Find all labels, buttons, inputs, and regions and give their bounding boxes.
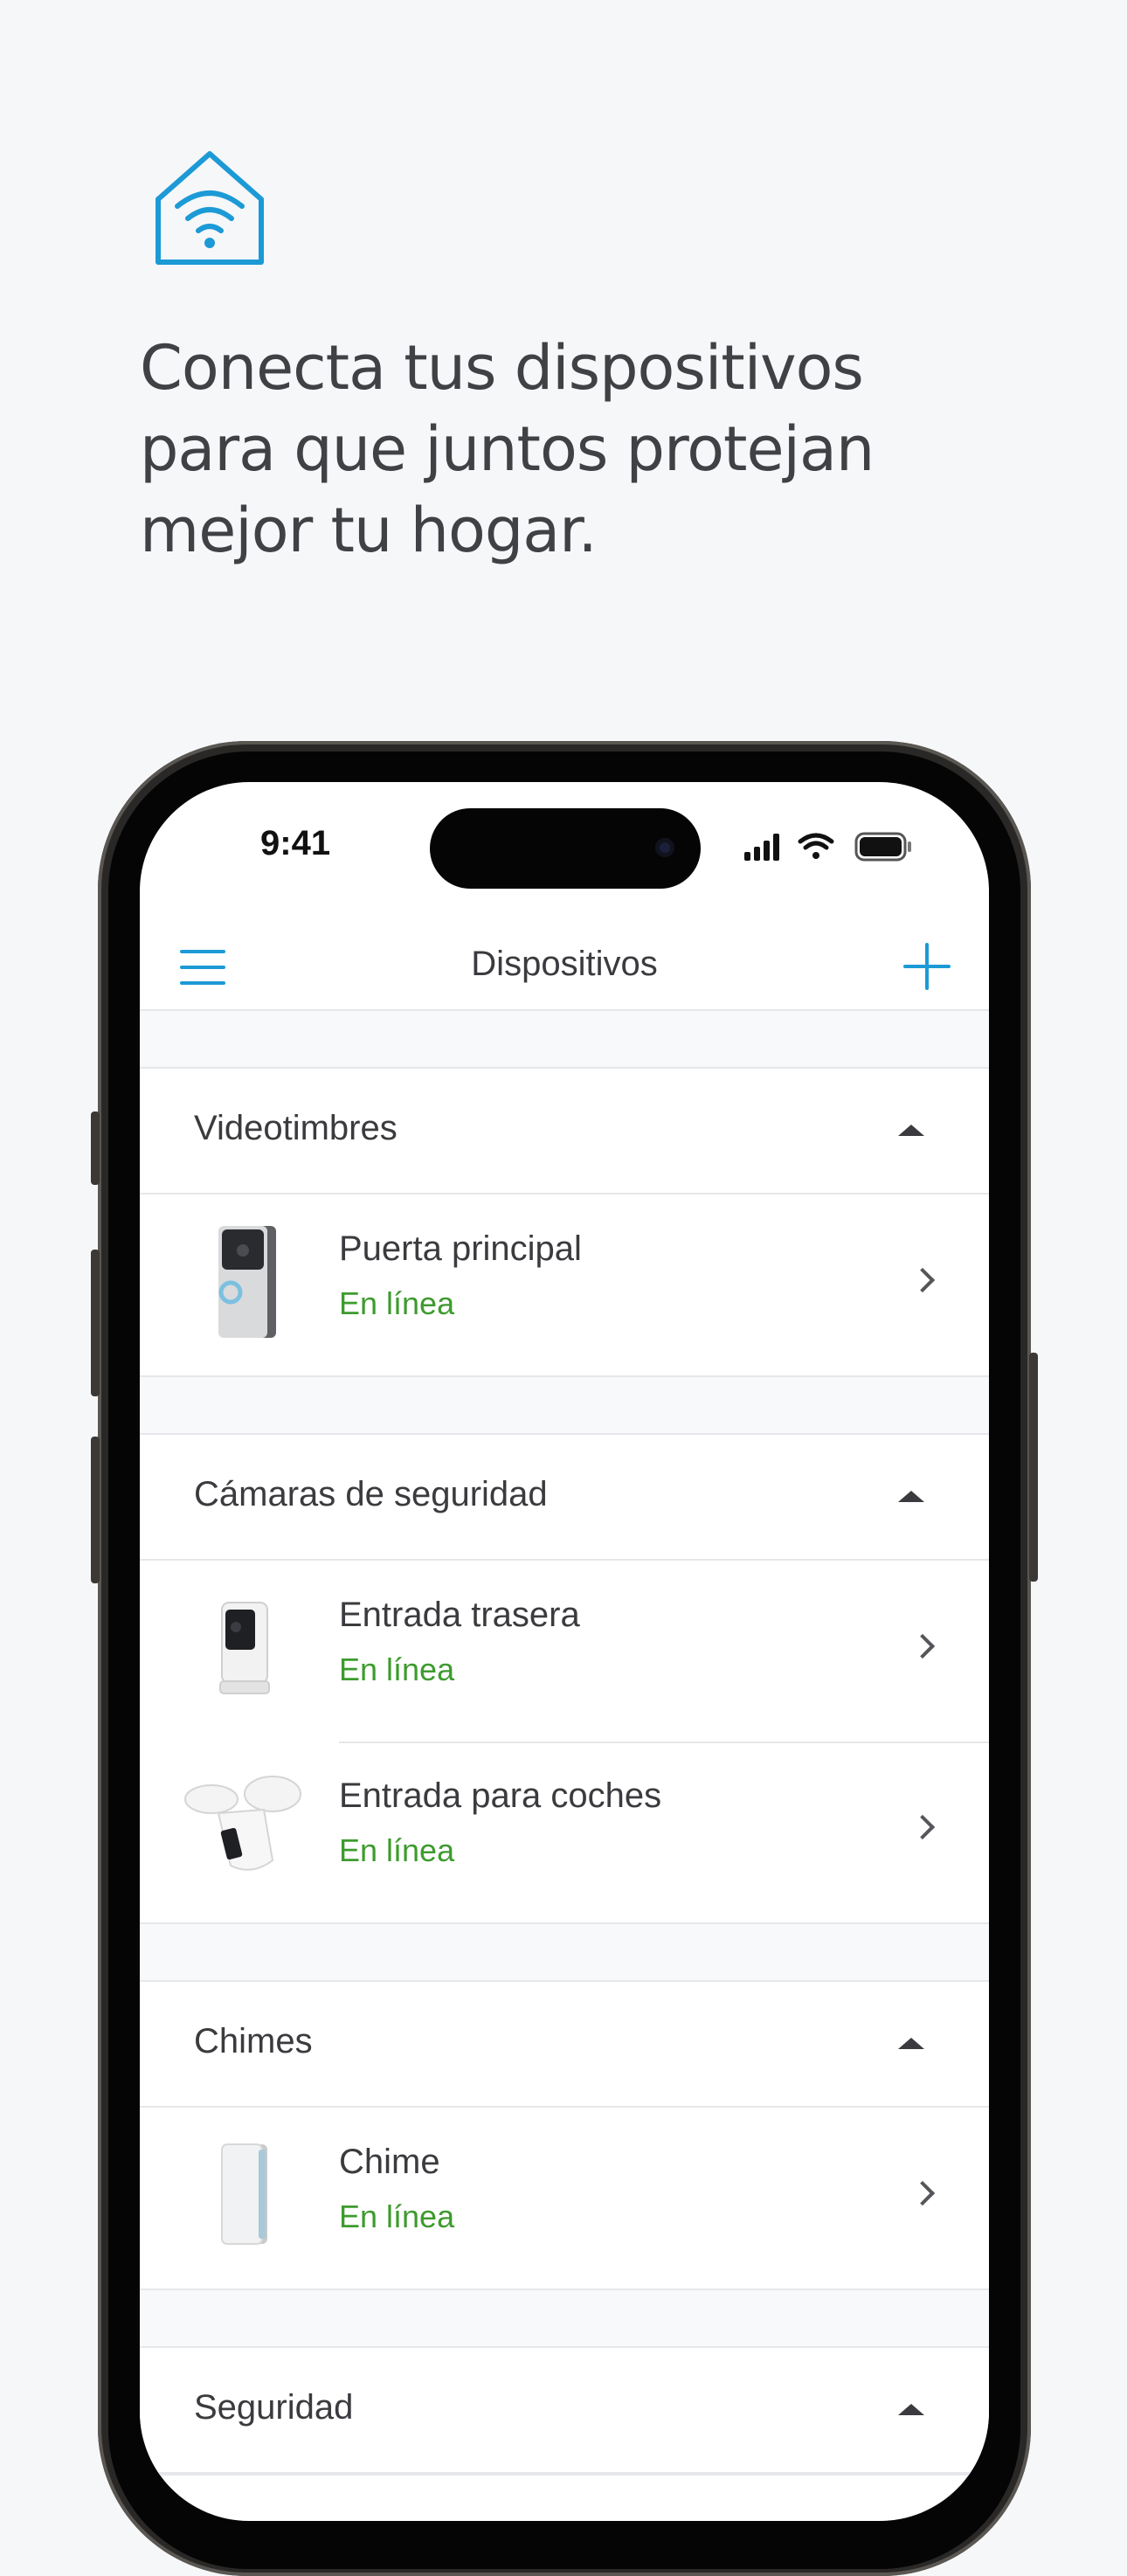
device-status: En línea (339, 2199, 455, 2234)
section-chimes: Chimes Chime En línea (140, 1980, 989, 2290)
chime-icon (221, 2143, 267, 2245)
device-name: Entrada trasera (339, 1596, 580, 1634)
page-title: Dispositivos (471, 945, 658, 983)
phone-action-button (91, 1111, 100, 1185)
section-header[interactable]: Chimes (140, 1982, 989, 2108)
phone-screen: 9:41 Dispositivos Videotimbres Puerta pr… (140, 782, 989, 2521)
section-header[interactable]: Cámaras de seguridad (140, 1435, 989, 1561)
device-status: En línea (339, 1832, 455, 1868)
section-title: Cámaras de seguridad (194, 1475, 548, 1513)
device-row[interactable]: Entrada trasera En línea (140, 1561, 989, 1742)
device-name: Chime (339, 2143, 440, 2181)
section-videotimbres: Videotimbres Puerta principal En línea (140, 1067, 989, 1377)
chevron-right-icon (909, 2180, 936, 2206)
chevron-right-icon (909, 1267, 936, 1293)
nav-bar: Dispositivos (140, 922, 989, 1011)
device-name: Puerta principal (339, 1229, 582, 1268)
device-row[interactable]: Entrada para coches En línea (140, 1742, 989, 1922)
section-spacer (140, 1011, 989, 1067)
section-spacer (140, 1377, 989, 1433)
phone-power-button (1029, 1353, 1038, 1582)
section-spacer (140, 1924, 989, 1980)
collapse-caret-icon[interactable] (898, 2038, 924, 2049)
section-title: Seguridad (194, 2388, 354, 2427)
headline: Conecta tus dispositivos para que juntos… (140, 328, 1013, 571)
phone-volume-up-button (91, 1250, 100, 1396)
video-doorbell-icon (218, 1226, 276, 1338)
device-row[interactable]: Chime En línea (140, 2108, 989, 2289)
house-wifi-icon (156, 151, 264, 265)
status-icons (744, 832, 911, 862)
headline-line-2: para que juntos protejan (140, 413, 875, 485)
chevron-right-icon (909, 1814, 936, 1840)
section-header[interactable]: Videotimbres (140, 1069, 989, 1195)
phone-volume-down-button (91, 1437, 100, 1583)
battery-icon (854, 832, 911, 862)
dynamic-island (430, 808, 701, 889)
section-spacer (140, 2290, 989, 2346)
wifi-icon (798, 833, 834, 859)
front-camera-icon (655, 838, 674, 857)
plus-icon[interactable] (902, 941, 952, 992)
headline-line-3: mejor tu hogar. (140, 495, 598, 566)
collapse-caret-icon[interactable] (898, 2404, 924, 2415)
cellular-signal-icon (744, 834, 779, 861)
device-row[interactable]: Puerta principal En línea (140, 1195, 989, 1375)
headline-line-1: Conecta tus dispositivos (140, 332, 864, 404)
collapse-caret-icon[interactable] (898, 1125, 924, 1136)
floodlight-cam-icon (184, 1776, 301, 1871)
section-seguridad: Seguridad (140, 2346, 989, 2476)
section-header[interactable]: Seguridad (140, 2348, 989, 2474)
device-status: En línea (339, 1285, 455, 1321)
device-name: Entrada para coches (339, 1776, 662, 1815)
chevron-right-icon (909, 1633, 936, 1659)
status-time: 9:41 (260, 824, 331, 862)
section-camaras: Cámaras de seguridad Entrada trasera En … (140, 1433, 989, 1924)
section-title: Videotimbres (194, 1109, 398, 1147)
device-status: En línea (339, 1652, 455, 1687)
section-title: Chimes (194, 2022, 313, 2060)
device-list: Videotimbres Puerta principal En línea C… (140, 1011, 989, 2476)
stick-up-cam-icon (219, 1602, 270, 1694)
collapse-caret-icon[interactable] (898, 1491, 924, 1502)
